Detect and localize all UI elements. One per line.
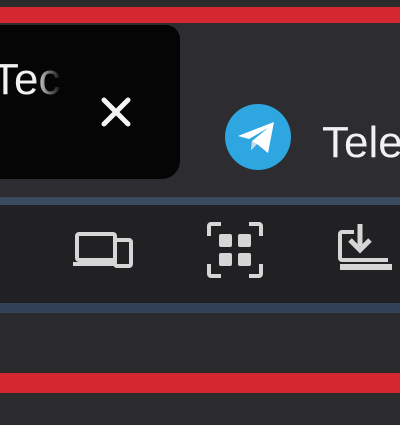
tab-title: Telegram [322, 118, 400, 167]
red-border-top [0, 7, 400, 23]
browser-window-crop: Tech Telegram [0, 0, 400, 425]
qr-code-icon [207, 222, 263, 278]
tab-title: Tech [0, 55, 62, 104]
install-app-button[interactable] [330, 215, 400, 285]
telegram-icon [225, 104, 291, 170]
tab-telegram[interactable]: Telegram [180, 48, 400, 170]
install-icon [338, 224, 392, 270]
content-area [0, 313, 400, 373]
send-to-devices-button[interactable] [68, 215, 138, 285]
qr-code-button[interactable] [200, 215, 270, 285]
devices-icon [73, 232, 133, 268]
tab-close-button[interactable] [96, 92, 136, 132]
bottom-area [0, 393, 400, 425]
toolbar-divider-top [0, 197, 400, 205]
red-border-bottom [0, 373, 400, 393]
close-icon [101, 97, 131, 127]
toolbar-divider-bottom [0, 303, 400, 313]
